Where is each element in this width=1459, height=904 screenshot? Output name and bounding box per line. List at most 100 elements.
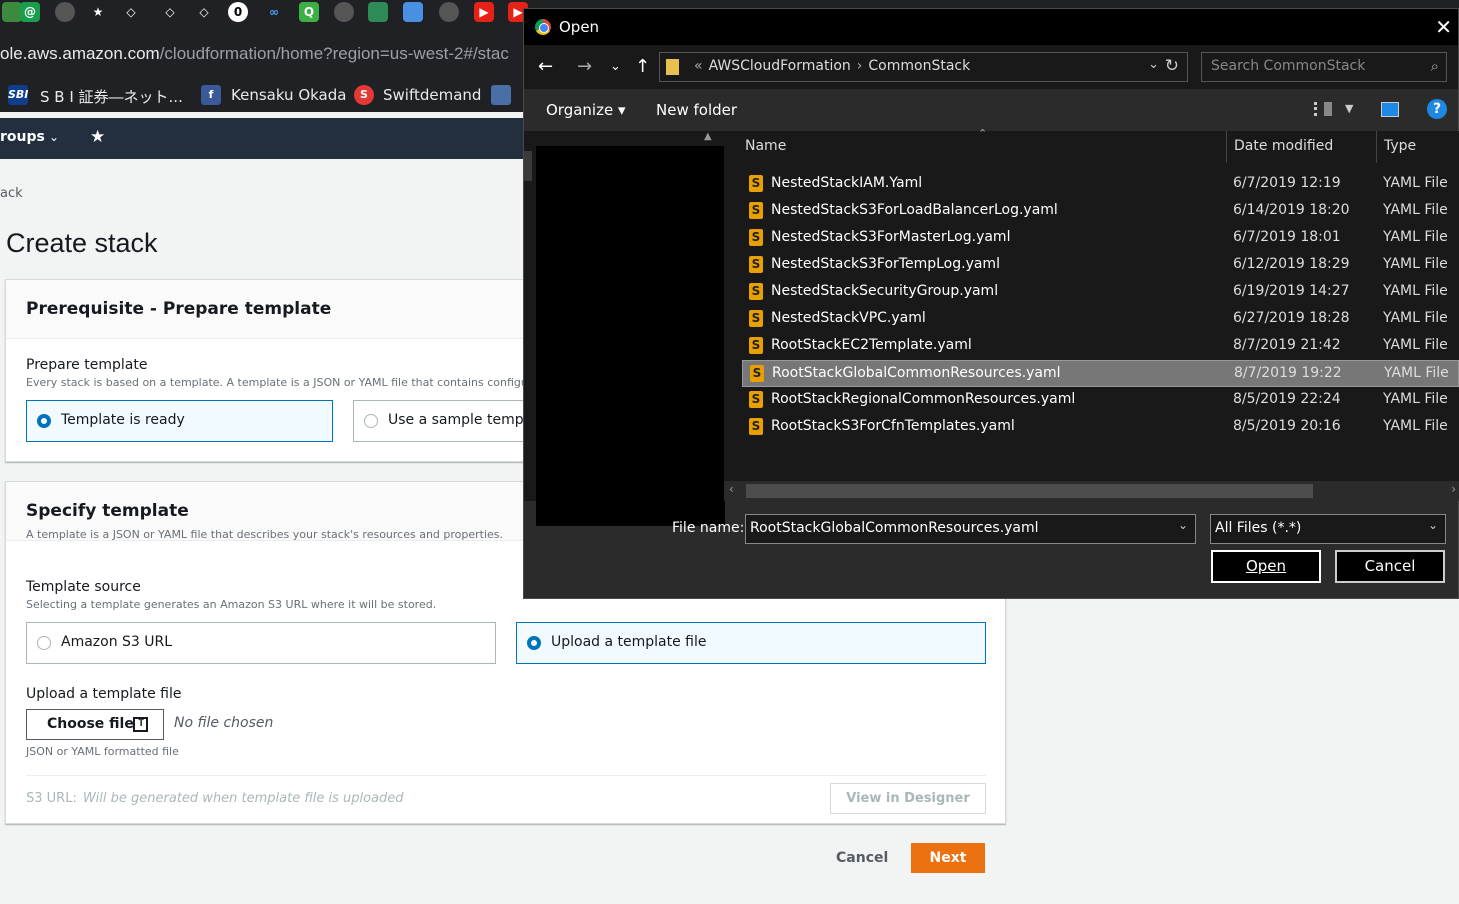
option-label: Upload a template file — [551, 634, 707, 650]
folder-icon — [666, 59, 679, 75]
scrollbar-thumb[interactable] — [746, 484, 1313, 498]
extension-icon[interactable] — [55, 2, 75, 22]
file-row[interactable]: S NestedStackS3ForTempLog.yaml 6/12/2019 1… — [742, 252, 1459, 279]
extension-icon[interactable] — [439, 2, 459, 22]
radio-selected[interactable] — [37, 414, 51, 428]
address-bar[interactable]: ole.aws.amazon.com/cloudformation/home?r… — [0, 40, 530, 70]
option-s3-url[interactable]: Amazon S3 URL — [26, 622, 496, 664]
up-arrow-icon[interactable]: ↑ — [635, 56, 650, 77]
column-separator[interactable] — [1376, 131, 1377, 163]
upload-file-label: Upload a template file — [26, 686, 182, 702]
file-row[interactable]: S RootStackEC2Template.yaml 8/7/2019 21:42… — [742, 333, 1459, 360]
scroll-left-icon[interactable]: ‹ — [729, 482, 734, 496]
file-row[interactable]: S NestedStackS3ForLoadBalancerLog.yaml 6/1… — [742, 198, 1459, 225]
cancel-button[interactable]: Cancel — [836, 850, 888, 866]
file-date: 6/19/2019 14:27 — [1233, 283, 1350, 299]
radio-selected[interactable] — [527, 636, 541, 650]
new-folder-button[interactable]: New folder — [656, 101, 737, 119]
file-row[interactable]: S RootStackRegionalCommonResources.yaml 8/… — [742, 387, 1459, 414]
extension-icon[interactable]: Q — [299, 2, 319, 22]
preview-pane-icon[interactable] — [1381, 102, 1399, 117]
yaml-file-icon: S — [749, 202, 763, 219]
url-text[interactable]: ole.aws.amazon.com/cloudformation/home?r… — [0, 44, 509, 64]
column-type[interactable]: Type — [1384, 138, 1416, 154]
dialog-navigation-bar: ← → ⌄ ↑ « AWSCloudFormation › CommonStack ⌄… — [524, 45, 1458, 89]
template-source-label: Template source — [26, 579, 141, 595]
file-date: 6/27/2019 18:28 — [1233, 310, 1350, 326]
pin-star-icon[interactable]: ★ — [90, 127, 105, 147]
file-row[interactable]: S NestedStackIAM.Yaml 6/7/2019 12:19 YAML F… — [742, 171, 1459, 198]
view-options-icon[interactable] — [1314, 102, 1332, 116]
chart-icon[interactable] — [491, 85, 511, 105]
close-icon[interactable]: ✕ — [1435, 15, 1452, 39]
file-row[interactable]: S RootStackGlobalCommonResources.yaml 8/7/… — [742, 360, 1459, 387]
extension-icon[interactable] — [334, 2, 354, 22]
file-name: RootStackRegionalCommonResources.yaml — [771, 391, 1076, 407]
yaml-file-icon: S — [749, 310, 763, 327]
horizontal-scrollbar[interactable]: ‹ › — [724, 481, 1459, 501]
infinity-icon[interactable]: ∞ — [264, 2, 284, 22]
chevron-down-icon[interactable]: ▼ — [1345, 102, 1353, 115]
next-button[interactable]: Next — [911, 843, 985, 873]
file-row[interactable]: S NestedStackVPC.yaml 6/27/2019 18:28 YAML … — [742, 306, 1459, 333]
extension-icon[interactable] — [368, 2, 388, 22]
at-icon[interactable]: @ — [20, 2, 40, 22]
extension-icon[interactable] — [403, 2, 423, 22]
refresh-icon[interactable]: ↻ — [1165, 56, 1179, 76]
file-date: 6/12/2019 18:29 — [1233, 256, 1350, 272]
panel-title: Prerequisite - Prepare template — [26, 299, 332, 319]
file-row[interactable]: S NestedStackS3ForMasterLog.yaml 6/7/2019 … — [742, 225, 1459, 252]
help-icon[interactable]: ? — [1427, 99, 1447, 119]
column-separator[interactable] — [1226, 131, 1227, 163]
forward-arrow-icon[interactable]: → — [577, 56, 592, 77]
path-separator-icon[interactable]: › — [857, 58, 863, 74]
file-name: NestedStackS3ForTempLog.yaml — [771, 256, 1000, 272]
radio-unselected[interactable] — [37, 636, 51, 650]
recent-dropdown-icon[interactable]: ⌄ — [610, 59, 621, 74]
column-date-modified[interactable]: Date modified — [1234, 138, 1333, 154]
scroll-up-icon[interactable]: ▲ — [704, 131, 712, 142]
option-upload-file[interactable]: Upload a template file — [516, 622, 986, 664]
chevron-down-icon[interactable]: ⌄ — [1178, 518, 1188, 532]
view-in-designer-button[interactable]: View in Designer — [830, 783, 986, 814]
back-arrow-icon[interactable]: ← — [538, 56, 553, 77]
panel-title: Specify template — [26, 501, 189, 521]
file-name: NestedStackSecurityGroup.yaml — [771, 283, 999, 299]
path-segment-awscloudformation[interactable]: AWSCloudFormation — [709, 58, 851, 74]
file-row[interactable]: S RootStackS3ForCfnTemplates.yaml 8/5/2019… — [742, 414, 1459, 441]
option-template-ready[interactable]: Template is ready — [26, 400, 333, 442]
open-button[interactable]: Open — [1211, 550, 1321, 583]
chevron-down-icon[interactable]: ⌄ — [49, 130, 59, 144]
dialog-cancel-button[interactable]: Cancel — [1335, 550, 1445, 583]
bookmark-swiftdemand[interactable]: Swiftdemand — [383, 86, 481, 104]
chevron-down-icon[interactable]: ⌄ — [1148, 57, 1159, 72]
bookmark-sbi[interactable]: S B I 証券―ネット... — [40, 86, 183, 107]
file-name-input[interactable]: RootStackGlobalCommonResources.yaml ⌄ — [745, 514, 1196, 544]
file-name-label: File name: — [672, 520, 745, 536]
s3-url-label: S3 URL: — [26, 791, 77, 806]
navigation-pane[interactable]: ▲ — [524, 131, 725, 526]
organize-menu[interactable]: Organize ▾ — [546, 101, 626, 119]
radio-unselected[interactable] — [364, 414, 378, 428]
bookmark-kensaku[interactable]: Kensaku Okada — [231, 86, 346, 104]
extension-icon[interactable]: ◇ — [121, 2, 141, 22]
path-overflow-icon[interactable]: « — [694, 58, 703, 74]
file-type-filter[interactable]: All Files (*.*) ⌄ — [1210, 514, 1446, 544]
star-icon[interactable]: ★ — [88, 2, 108, 22]
youtube-icon[interactable]: ▶ — [474, 2, 494, 22]
column-name[interactable]: Name — [745, 138, 786, 154]
breadcrumb[interactable]: ack — [0, 186, 23, 201]
extension-icon[interactable] — [2, 2, 22, 22]
yaml-file-icon: S — [749, 256, 763, 273]
path-bar[interactable]: « AWSCloudFormation › CommonStack ⌄ ↻ — [659, 52, 1188, 82]
extension-icon[interactable]: ◇ — [194, 2, 214, 22]
chevron-down-icon[interactable]: ⌄ — [1428, 518, 1438, 532]
search-input[interactable]: Search CommonStack ⌕ — [1201, 52, 1447, 82]
resource-groups-menu[interactable]: roups — [0, 129, 45, 145]
extension-icon[interactable]: 0 — [228, 2, 248, 22]
file-row[interactable]: S NestedStackSecurityGroup.yaml 6/19/2019 … — [742, 279, 1459, 306]
scroll-right-icon[interactable]: › — [1451, 482, 1456, 496]
path-segment-commonstack[interactable]: CommonStack — [868, 58, 970, 74]
extension-icon[interactable]: ◇ — [160, 2, 180, 22]
choose-file-button[interactable]: Choose file — [26, 709, 164, 740]
